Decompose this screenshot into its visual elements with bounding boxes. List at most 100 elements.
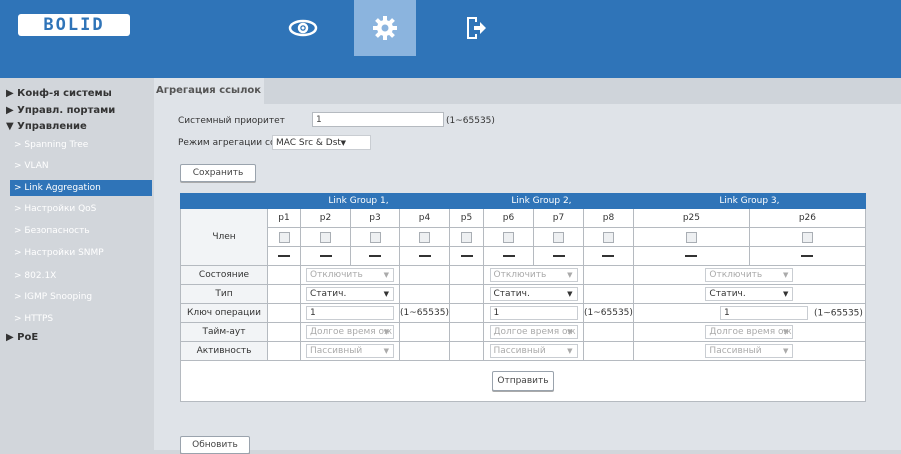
top-bar: BOLID	[0, 0, 901, 78]
logout-nav-button[interactable]	[445, 0, 507, 56]
mode-select[interactable]: MAC Src & Dst ▼	[272, 135, 371, 150]
state-value: Отключить	[709, 270, 763, 280]
timeout-value: Долгое время ож	[310, 327, 393, 337]
eye-icon	[288, 19, 318, 37]
sidebar-item-vlan[interactable]: > VLAN	[14, 161, 49, 171]
activity-value: Пассивный	[709, 346, 762, 356]
type-row-label: Тип	[180, 284, 268, 304]
dropdown-arrow-icon: ▼	[567, 328, 573, 336]
monitor-nav-button[interactable]	[272, 0, 334, 56]
timeout-select-group3[interactable]: Долгое время ож ▼	[705, 325, 794, 339]
sidebar-item-8021x[interactable]: > 802.1X	[14, 271, 56, 281]
table-corner	[180, 193, 268, 209]
member-checkbox-p3[interactable]	[369, 231, 381, 243]
key-row-label: Ключ операции	[180, 303, 268, 323]
state-select-group2[interactable]: Отключить ▼	[489, 268, 578, 282]
dropdown-arrow-icon: ▼	[567, 347, 573, 355]
sidebar-item-qos[interactable]: > Настройки QoS	[14, 204, 96, 214]
key-input-group3[interactable]: 1	[720, 306, 808, 320]
timeout-value: Долгое время ож	[493, 327, 576, 337]
mode-select-value: MAC Src & Dst	[276, 138, 341, 148]
dropdown-arrow-icon: ▼	[383, 271, 389, 279]
link-status-dash-icon	[502, 254, 515, 257]
timeout-value: Долгое время ож	[709, 327, 792, 337]
link-status-dash-icon	[552, 254, 565, 257]
state-value: Отключить	[310, 270, 363, 280]
type-select-group3[interactable]: Статич. ▼	[705, 287, 794, 301]
sidebar: ▶ Конф-я системы ▶ Управл. портами ▼ Упр…	[0, 78, 154, 450]
activity-select-group3[interactable]: Пассивный ▼	[705, 344, 794, 358]
sidebar-item-link-aggregation[interactable]: > Link Aggregation	[10, 180, 152, 196]
link-group-table: Link Group 1, Link Group 2, Link Group 3…	[180, 193, 866, 402]
port-label-p26: p26	[748, 208, 866, 228]
dropdown-arrow-icon: ▼	[783, 290, 789, 298]
link-status-dash-icon	[801, 254, 814, 257]
dropdown-arrow-icon: ▼	[383, 347, 389, 355]
state-row-label: Состояние	[180, 265, 268, 285]
refresh-button[interactable]: Обновить	[180, 436, 250, 454]
port-label-p1: p1	[267, 208, 301, 228]
member-checkbox-p26[interactable]	[801, 231, 813, 243]
member-checkbox-p5[interactable]	[461, 231, 472, 243]
type-select-group1[interactable]: Статич. ▼	[306, 287, 394, 301]
member-checkbox-p2[interactable]	[320, 231, 331, 243]
dropdown-arrow-icon: ▼	[783, 328, 789, 336]
sidebar-item-igmp[interactable]: > IGMP Snooping	[14, 292, 92, 302]
tab-link-aggregation[interactable]: Агрегация ссылок	[154, 78, 268, 104]
logout-icon	[467, 17, 486, 39]
activity-select-group1[interactable]: Пассивный ▼	[306, 344, 394, 358]
group-header-3: Link Group 3,	[632, 193, 866, 209]
member-row-label: Член	[180, 208, 268, 266]
state-value: Отключить	[493, 270, 547, 280]
type-select-group2[interactable]: Статич. ▼	[489, 287, 578, 301]
settings-nav-button[interactable]	[354, 0, 416, 56]
gear-icon	[373, 16, 397, 40]
member-checkbox-p1[interactable]	[278, 231, 290, 243]
member-checkbox-p7[interactable]	[553, 231, 564, 243]
member-checkbox-p25[interactable]	[685, 231, 697, 243]
dropdown-arrow-icon: ▼	[567, 290, 573, 298]
type-value: Статич.	[493, 289, 530, 299]
timeout-select-group2[interactable]: Долгое время ож ▼	[489, 325, 578, 339]
link-status-dash-icon	[418, 254, 431, 257]
sidebar-item-security[interactable]: > Безопасность	[14, 226, 90, 236]
port-label-p3: p3	[350, 208, 400, 228]
sidebar-item-spanning-tree[interactable]: > Spanning Tree	[14, 140, 88, 150]
submit-button[interactable]: Отправить	[491, 371, 554, 391]
save-button[interactable]: Сохранить	[180, 164, 256, 182]
sidebar-section-ports[interactable]: ▶ Управл. портами	[6, 105, 115, 116]
link-status-dash-icon	[278, 254, 290, 257]
link-status-dash-icon	[369, 254, 381, 257]
state-select-group3[interactable]: Отключить ▼	[705, 268, 794, 282]
group-header-1: Link Group 1,	[267, 193, 450, 209]
priority-range: (1~65535)	[446, 116, 495, 126]
sidebar-item-https[interactable]: > HTTPS	[14, 314, 53, 324]
activity-select-group2[interactable]: Пассивный ▼	[489, 344, 578, 358]
group-header-2: Link Group 2,	[449, 193, 634, 209]
port-label-p4: p4	[399, 208, 450, 228]
port-label-p25: p25	[632, 208, 750, 228]
dropdown-arrow-icon: ▼	[567, 271, 573, 279]
port-label-p5: p5	[449, 208, 484, 228]
link-status-dash-icon	[685, 254, 698, 257]
key-input-group1[interactable]: 1	[306, 306, 394, 320]
key-input-group2[interactable]: 1	[489, 306, 578, 320]
activity-row-label: Активность	[180, 341, 268, 361]
priority-input[interactable]: 1	[312, 112, 444, 127]
dropdown-arrow-icon: ▼	[383, 328, 389, 336]
port-label-p8: p8	[583, 208, 634, 228]
key-range-group2: (1~65535)	[583, 303, 634, 323]
member-checkbox-p6[interactable]	[503, 231, 514, 243]
state-select-group1[interactable]: Отключить ▼	[306, 268, 394, 282]
member-checkbox-p8[interactable]	[602, 231, 614, 243]
dropdown-arrow-icon: ▼	[383, 290, 389, 298]
sidebar-section-management[interactable]: ▼ Управление	[6, 121, 87, 132]
member-checkbox-p4[interactable]	[419, 231, 430, 243]
sidebar-section-poe[interactable]: ▶ PoE	[6, 332, 38, 343]
timeout-select-group1[interactable]: Долгое время ож ▼	[306, 325, 394, 339]
priority-label: Системный приоритет	[178, 116, 285, 126]
link-status-dash-icon	[319, 254, 332, 257]
sidebar-section-system[interactable]: ▶ Конф-я системы	[6, 88, 112, 99]
brand-logo: BOLID	[18, 14, 130, 36]
sidebar-item-snmp[interactable]: > Настройки SNMP	[14, 248, 104, 258]
